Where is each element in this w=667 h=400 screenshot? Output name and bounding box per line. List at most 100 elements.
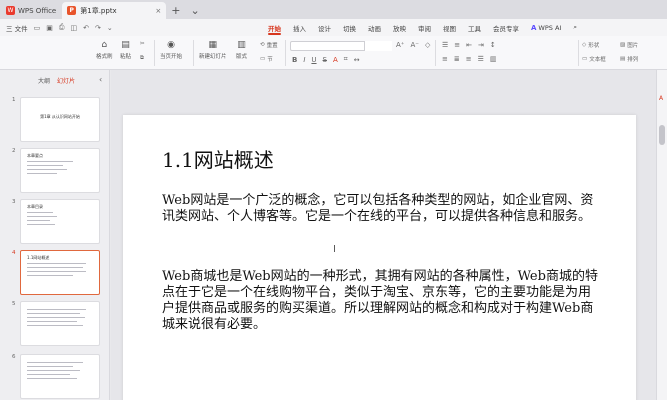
format-painter-label: 格式刷 bbox=[96, 54, 113, 60]
numbering-icon[interactable]: ≡ bbox=[454, 41, 460, 49]
align-center-icon[interactable]: ≣ bbox=[454, 55, 460, 63]
wps-office-tab[interactable]: W WPS Office bbox=[0, 2, 62, 19]
print-icon[interactable]: ⎙ bbox=[59, 23, 65, 32]
new-tab-button[interactable]: + bbox=[166, 2, 185, 19]
document-tab[interactable]: P 第1章.pptx × bbox=[62, 2, 167, 19]
align-left-icon[interactable]: ≡ bbox=[442, 55, 448, 63]
play-from-current-button[interactable]: ◉ 当页开始 bbox=[160, 40, 182, 60]
slide-paragraph[interactable]: Web网站是一个广泛的概念，它可以包括各种类型的网站，如企业官网、资讯类网站、个… bbox=[162, 193, 602, 225]
tab-view[interactable]: 视图 bbox=[437, 19, 462, 36]
tab-member[interactable]: 会员专享 bbox=[487, 19, 525, 36]
thumbnail-text-line bbox=[27, 374, 70, 375]
thumbnail-text-line bbox=[27, 317, 86, 318]
ribbon-tabs: 开始 插入 设计 切换 动画 放映 审阅 视图 工具 会员专享 A WPS AI… bbox=[262, 19, 583, 36]
folder-icon[interactable]: ▭ bbox=[34, 24, 41, 32]
undo-icon[interactable]: ↶ bbox=[83, 24, 89, 32]
font-size-controls: A⁺ A⁻ ◇ bbox=[396, 41, 430, 49]
textbox-button[interactable]: ▭ 文本框 bbox=[582, 55, 606, 63]
tab-animations[interactable]: 动画 bbox=[362, 19, 387, 36]
slide-thumbnail[interactable] bbox=[20, 354, 100, 399]
paste-icon: ▤ bbox=[121, 40, 130, 50]
shape-button[interactable]: ◇ 形状 bbox=[582, 41, 599, 49]
tab-outline[interactable]: 大纲 bbox=[38, 76, 50, 85]
slide-canvas: 1.1网站概述 Web网站是一个广泛的概念，它可以包括各种类型的网站，如企业官网… bbox=[111, 70, 656, 400]
format-painter-button[interactable]: ⌂ 格式刷 bbox=[96, 40, 113, 60]
underline-icon[interactable]: U bbox=[311, 56, 316, 64]
ribbon-toolbar: ⌂ 格式刷 ▤ 粘贴 ✂ ⧉ ◉ 当页开始 ▦ 新建幻灯片 ▥ 版式 ⟲ 重置 … bbox=[0, 36, 667, 70]
section-icon: ▭ bbox=[260, 56, 266, 62]
font-color-icon[interactable]: A bbox=[333, 56, 338, 64]
tab-slides[interactable]: 幻灯片 bbox=[57, 76, 75, 85]
slide-thumbnail[interactable]: 本章要点 bbox=[20, 148, 100, 193]
thumbnail-text-line bbox=[27, 224, 55, 225]
tab-design[interactable]: 设计 bbox=[312, 19, 337, 36]
slide-paragraph[interactable]: Web商城也是Web网站的一种形式，其拥有网站的各种属性，Web商城的特点在于它… bbox=[162, 269, 602, 333]
bold-icon[interactable]: B bbox=[292, 56, 297, 64]
tab-review[interactable]: 审阅 bbox=[412, 19, 437, 36]
slide-thumbnail-panel: 大纲 幻灯片 ‹ 1 第1章 从认识网站开始 2 本章要点 3 本章目录 4 1… bbox=[0, 70, 110, 400]
slide-thumbnail[interactable]: 第1章 从认识网站开始 bbox=[20, 97, 100, 142]
play-icon: ◉ bbox=[167, 40, 175, 50]
current-slide[interactable]: 1.1网站概述 Web网站是一个广泛的概念，它可以包括各种类型的网站，如企业官网… bbox=[123, 115, 636, 400]
title-bar: W WPS Office P 第1章.pptx × + ⌄ bbox=[0, 0, 667, 19]
collapse-panel-icon[interactable]: ‹ bbox=[99, 75, 102, 84]
slide-thumbnail[interactable] bbox=[20, 301, 100, 346]
save-icon[interactable]: ▣ bbox=[46, 24, 53, 32]
tab-insert[interactable]: 插入 bbox=[287, 19, 312, 36]
section-button[interactable]: ▭ 节 bbox=[260, 55, 273, 63]
thumbnail-text-line bbox=[27, 267, 84, 268]
copy-icon: ⧉ bbox=[140, 55, 144, 61]
layout-button[interactable]: ▥ 版式 bbox=[236, 40, 247, 60]
align-right-icon[interactable]: ≡ bbox=[466, 55, 472, 63]
quick-access-chevron-icon[interactable]: ⌄ bbox=[107, 24, 113, 32]
shape-icon: ◇ bbox=[582, 42, 587, 48]
line-spacing-icon[interactable]: ↕ bbox=[490, 41, 496, 49]
justify-icon[interactable]: ☰ bbox=[478, 55, 484, 63]
bullets-icon[interactable]: ☰ bbox=[442, 41, 448, 49]
strikethrough-icon[interactable]: S bbox=[323, 56, 327, 64]
tab-transitions[interactable]: 切换 bbox=[337, 19, 362, 36]
increase-font-icon[interactable]: A⁺ bbox=[396, 41, 404, 49]
picture-button[interactable]: ▨ 图片 bbox=[620, 41, 638, 49]
play-from-current-label: 当页开始 bbox=[160, 54, 183, 60]
arrange-button[interactable]: ▤ 排列 bbox=[620, 55, 638, 63]
thumbnail-text-line bbox=[27, 362, 84, 363]
tab-home[interactable]: 开始 bbox=[262, 19, 287, 36]
font-size-select[interactable] bbox=[364, 41, 392, 51]
reset-button[interactable]: ⟲ 重置 bbox=[260, 41, 278, 49]
char-spacing-icon[interactable]: ↔ bbox=[354, 56, 360, 64]
decrease-font-icon[interactable]: A⁻ bbox=[410, 41, 418, 49]
textbox-label: 文本框 bbox=[589, 57, 606, 63]
redo-icon[interactable]: ↷ bbox=[95, 24, 101, 32]
cut-icon: ✂ bbox=[140, 41, 145, 47]
clear-format-icon[interactable]: ◇ bbox=[425, 41, 430, 49]
cut-button[interactable]: ✂ bbox=[140, 41, 145, 47]
tab-slideshow[interactable]: 放映 bbox=[387, 19, 412, 36]
search-icon[interactable]: ⌕ bbox=[567, 19, 583, 36]
copy-button[interactable]: ⧉ bbox=[140, 55, 144, 62]
columns-icon[interactable]: ▥ bbox=[490, 55, 497, 63]
paragraph-list-controls: ☰ ≡ ⇤ ⇥ ↕ bbox=[442, 41, 496, 49]
indent-decrease-icon[interactable]: ⇤ bbox=[466, 41, 472, 49]
wps-ai-button[interactable]: A WPS AI bbox=[525, 19, 567, 36]
close-tab-icon[interactable]: × bbox=[155, 7, 161, 15]
slide-thumbnail-selected[interactable]: 1.1网站概述 bbox=[20, 250, 100, 295]
new-slide-label: 新建幻灯片 bbox=[199, 54, 227, 60]
tab-tools[interactable]: 工具 bbox=[462, 19, 487, 36]
italic-icon[interactable]: I bbox=[303, 56, 305, 64]
file-menu-button[interactable]: 三 文件 bbox=[6, 23, 28, 33]
print-preview-icon[interactable]: ◫ bbox=[70, 24, 77, 32]
sidebar-tool-icon[interactable]: A bbox=[659, 95, 663, 102]
new-slide-button[interactable]: ▦ 新建幻灯片 bbox=[199, 40, 227, 60]
paste-button[interactable]: ▤ 粘贴 bbox=[120, 40, 131, 60]
arrange-label: 排列 bbox=[627, 57, 639, 63]
highlight-icon[interactable]: ⌗ bbox=[344, 55, 348, 64]
thumbnail-text-line bbox=[27, 325, 84, 326]
presentation-file-icon: P bbox=[67, 6, 77, 15]
thumbnail-text-line bbox=[27, 216, 57, 217]
tab-list-chevron-icon[interactable]: ⌄ bbox=[185, 2, 204, 19]
slide-thumbnail[interactable]: 本章目录 bbox=[20, 199, 100, 244]
vertical-scrollbar[interactable] bbox=[659, 125, 665, 145]
indent-increase-icon[interactable]: ⇥ bbox=[478, 41, 484, 49]
slide-title[interactable]: 1.1网站概述 bbox=[162, 144, 274, 173]
